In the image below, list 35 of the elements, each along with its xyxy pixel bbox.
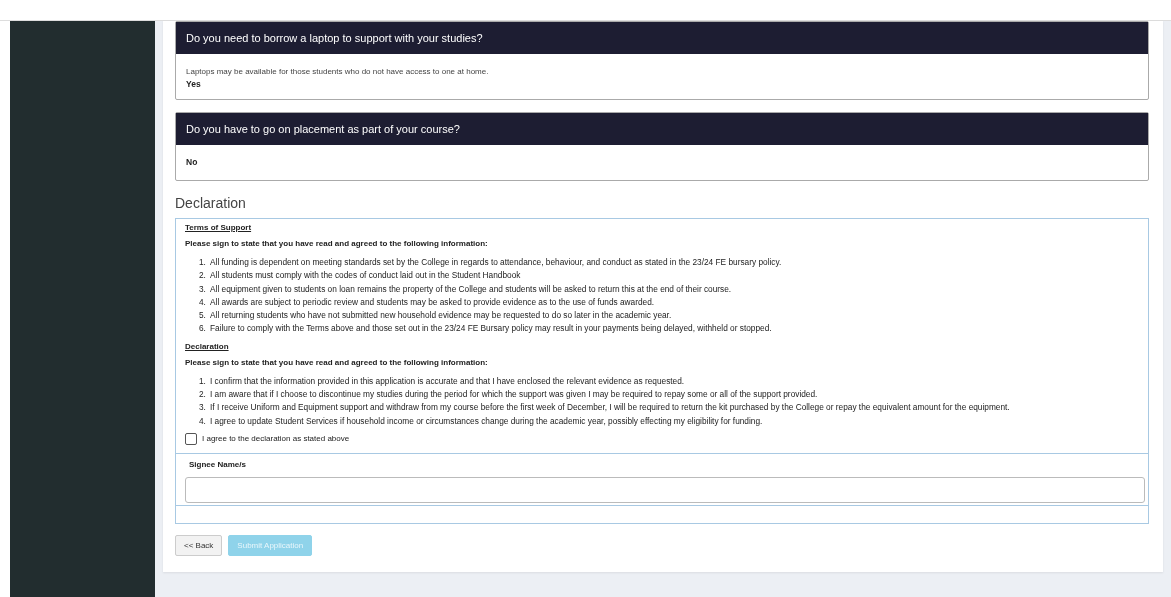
answer-text: Yes	[186, 78, 202, 90]
item-number: 4.	[199, 295, 207, 309]
item-number: 5.	[199, 309, 207, 323]
item-number: 6.	[199, 322, 207, 336]
input-field[interactable]	[185, 476, 1145, 503]
item-number: 1.	[199, 256, 207, 269]
back-button[interactable]: << Back	[175, 534, 223, 556]
item-number: 3.	[199, 401, 207, 415]
item-number: 2.	[199, 269, 207, 283]
question-hint: Laptops may be available for those students who do not have access to one at home.	[186, 66, 490, 78]
list-item: I agree to update Student Services if household income or circumstances change during the academic year, possibly effecting my eligibility for funding.	[210, 414, 763, 428]
list-item: All equipment given to students on loan remains the property of the College and students will be asked to return this at the end of their course.	[210, 282, 732, 296]
item-number: 4.	[199, 414, 207, 428]
item-number: 1.	[199, 374, 207, 388]
intro-text: Please sign to state that you have read and agreed to the following information:	[185, 238, 489, 250]
subsection-title: Terms of Support	[185, 222, 253, 234]
question-title: Do you have to go on placement as part of your course?	[176, 113, 1148, 145]
section-heading: Declaration	[175, 195, 247, 211]
checkbox-label: I agree to the declaration as stated above	[202, 434, 350, 444]
list-item: If I receive Uniform and Equipment support and withdraw from my course before the first week of December, I will be required to return the kit purchased by the College or repay the equivalent amount for the equipment.	[210, 401, 1010, 415]
list-item: I am aware that if I choose to discontinue my studies during the period for which the support was given I may be required to repay some or all of the support provided.	[210, 388, 818, 402]
list-item: All students must comply with the codes of conduct laid out in the Student Handbook	[210, 269, 521, 283]
list-item: All returning students who have not submitted new household evidence may be requested to do so later in the academic year.	[210, 309, 672, 323]
item-number: 3.	[199, 282, 207, 296]
question-title: Do you need to borrow a laptop to support with your studies?	[176, 22, 1148, 54]
intro-text: Please sign to state that you have read and agreed to the following information:	[185, 356, 489, 369]
list-item: Failure to comply with the Terms above and those set out in the 23/24 FE Bursary policy may result in your payments being delayed, withheld or stopped.	[210, 322, 772, 336]
list-item: I confirm that the information provided in this application is accurate and that I have enclosed the relevant evidence as requested.	[210, 374, 685, 388]
subsection-title: Declaration	[185, 340, 230, 353]
list-item: All funding is dependent on meeting standards set by the College in regards to attendance, behaviour, and conduct as stated in the 23/24 FE bursary policy.	[210, 256, 782, 269]
answer-text: No	[186, 156, 199, 168]
checkbox[interactable]	[185, 432, 197, 445]
list-item: All awards are subject to periodic review and students may be asked to provide evidence as to the use of funds awarded.	[210, 295, 655, 309]
item-number: 2.	[199, 388, 207, 402]
field-label: Signee Name/s	[189, 459, 247, 469]
